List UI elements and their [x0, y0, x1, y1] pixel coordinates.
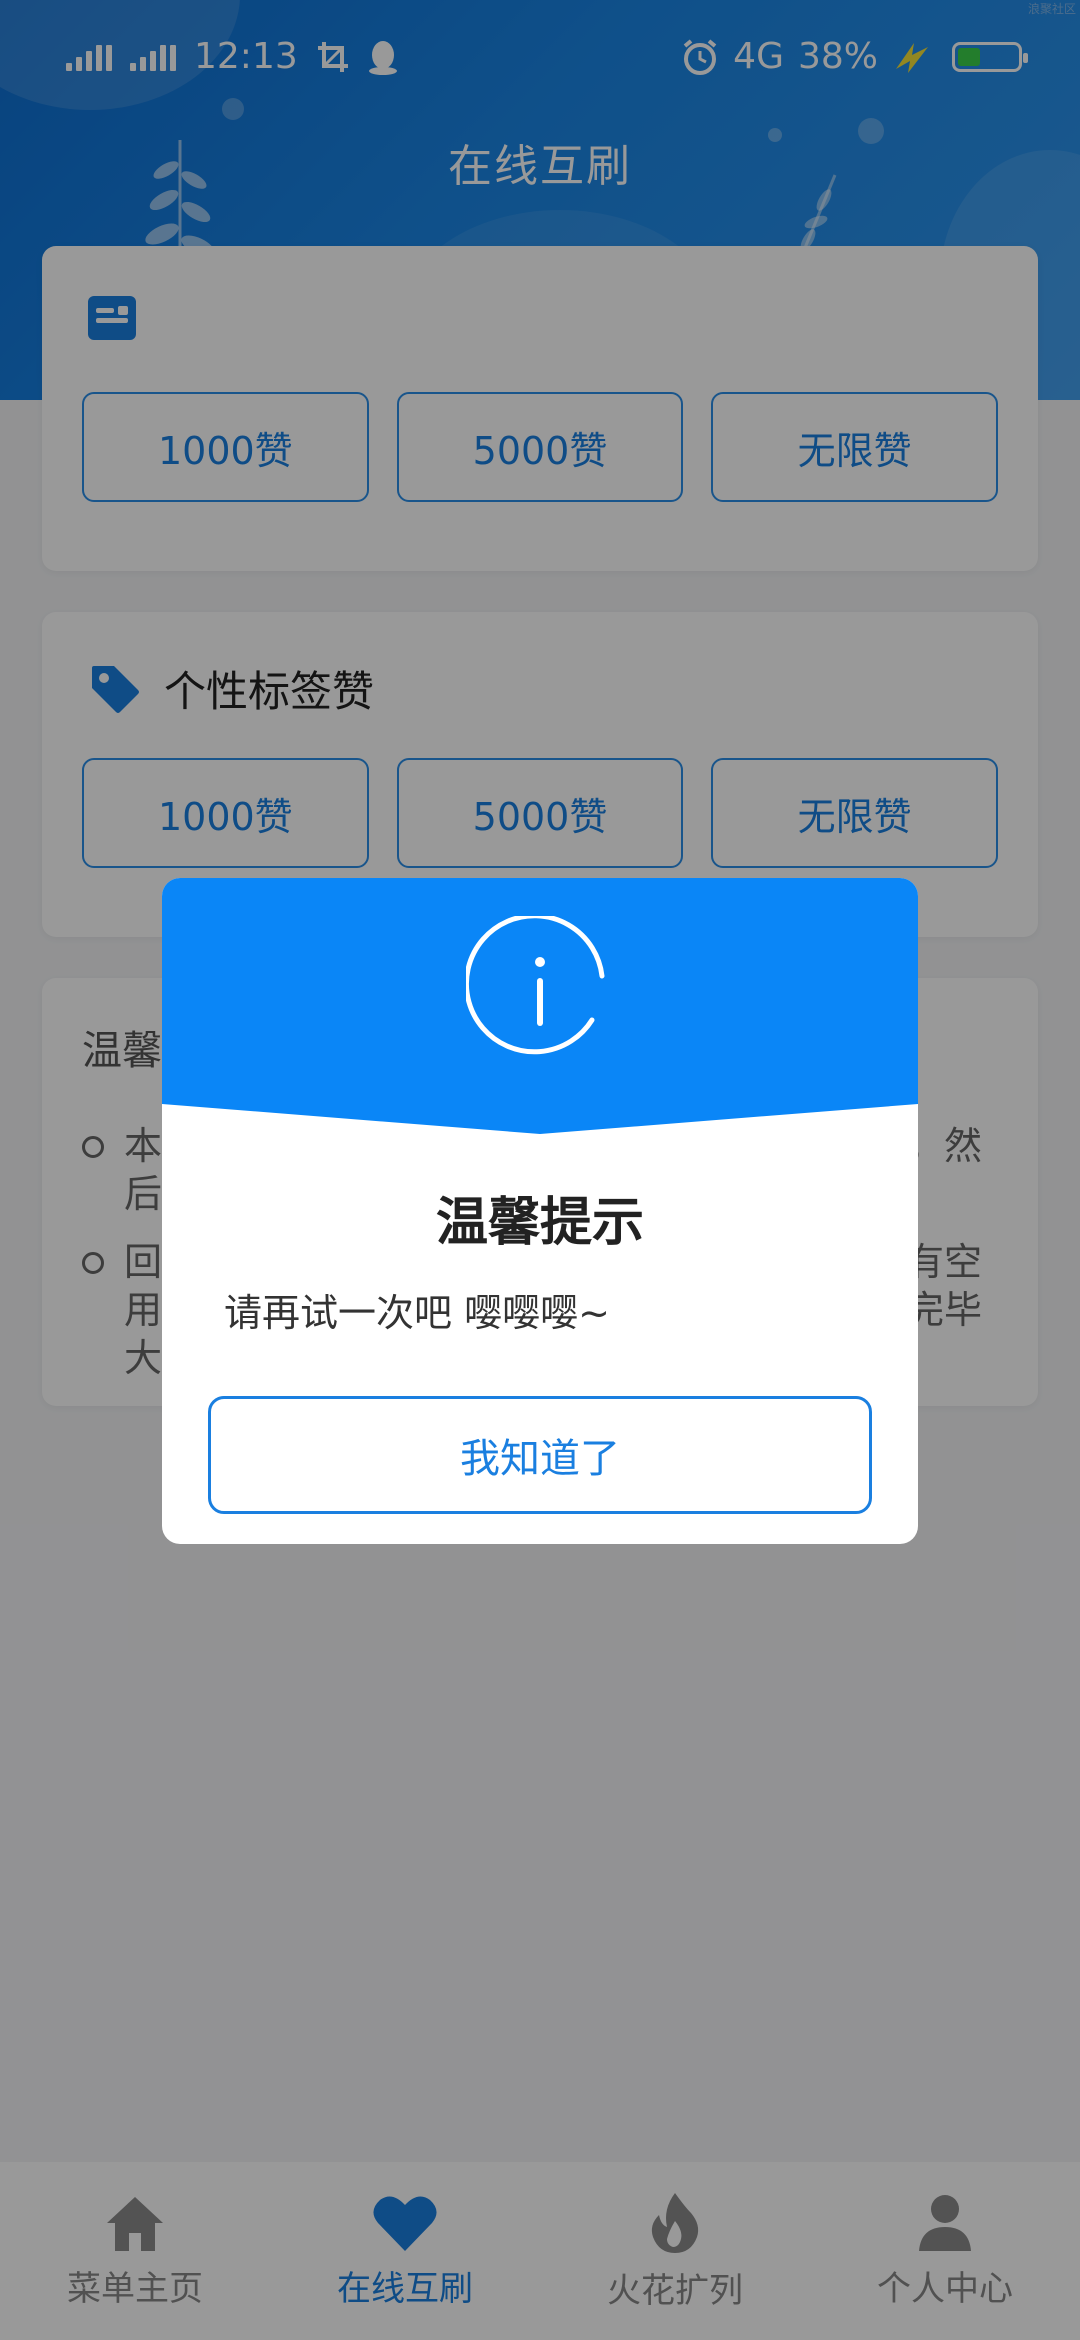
app-screen: 12:13 4G 38% 浪聚社区 在线互刷 1000赞 5000赞 无限赞 个… [0, 0, 1080, 2340]
tip-dialog: 温馨提示 请再试一次吧 嘤嘤嘤~ 我知道了 [162, 878, 918, 1544]
confirm-button[interactable]: 我知道了 [208, 1396, 872, 1514]
dialog-title: 温馨提示 [435, 1193, 644, 1253]
dialog-message: 请再试一次吧 嘤嘤嘤~ [224, 1291, 610, 1335]
info-icon [466, 916, 605, 1055]
